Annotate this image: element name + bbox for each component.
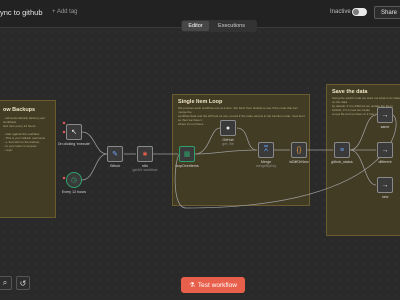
node-label: same [380, 125, 390, 129]
node-sublabel: mergeByKey [255, 164, 277, 168]
node-label: github_status [331, 160, 353, 164]
tab-executions[interactable]: Executions [209, 21, 254, 31]
pen-icon: ✎ [112, 151, 118, 158]
add-tag-button[interactable]: + Add tag [52, 9, 78, 15]
tab-editor[interactable]: Editor [182, 21, 209, 31]
github-config-node[interactable]: ✎ [107, 146, 123, 162]
arrow-right-icon: → [381, 111, 389, 119]
code-icon: {} [296, 146, 302, 154]
merge-icon: ⩞ [263, 146, 269, 153]
loop-icon: ▦ [183, 151, 191, 158]
workflow-title[interactable]: ync to github [0, 8, 43, 17]
workflow-canvas[interactable]: ow Backups ...will automatically backup … [0, 28, 400, 300]
code-node[interactable]: {} [291, 142, 307, 158]
manual-trigger-node[interactable]: ↖ [66, 124, 82, 140]
view-tabs: Editor Executions [181, 20, 257, 32]
github-icon: ● [225, 124, 231, 132]
node-label: new [381, 195, 389, 199]
switch-icon: ≡ [339, 146, 345, 154]
schedule-trigger-node[interactable]: ◷ [66, 172, 82, 188]
flask-icon: ⚗ [189, 282, 195, 289]
different-node[interactable]: → [377, 142, 393, 158]
active-toggle[interactable] [352, 8, 367, 16]
node-sublabel: get: file [222, 142, 234, 146]
switch-node[interactable]: ≡ [334, 142, 350, 158]
n8n-icon: ✱ [142, 151, 148, 158]
wire [349, 149, 377, 186]
test-workflow-button[interactable]: ⚗ Test workflow [181, 277, 245, 293]
error-dot [62, 176, 66, 180]
node-label: Every 12 hours [61, 190, 87, 194]
zoom-button[interactable]: ⌕ [0, 276, 12, 290]
node-label: different [378, 160, 392, 164]
toggle-knob [353, 9, 359, 15]
test-workflow-label: Test workflow [197, 281, 237, 289]
node-label: On clicking 'execute' [57, 142, 91, 146]
loop-node[interactable]: ▦ [179, 146, 195, 162]
node-label: isDiffOrNew [289, 160, 309, 164]
status-label: Inactive [330, 9, 351, 15]
clock-icon: ◷ [70, 177, 78, 184]
wire [194, 149, 258, 155]
zoom-icon: ⌕ [2, 278, 8, 287]
undo-button[interactable]: ↺ [16, 276, 30, 290]
same-node[interactable]: → [377, 107, 393, 123]
node-sublabel: getAll: workflow [132, 168, 158, 172]
error-dot [62, 121, 66, 125]
merge-node[interactable]: ⩞ [258, 142, 274, 158]
undo-icon: ↺ [19, 278, 27, 288]
node-label: loopOverItems [175, 164, 199, 168]
n8n-node[interactable]: ✱ [137, 146, 153, 162]
new-node[interactable]: → [377, 177, 393, 193]
share-button[interactable]: Share [374, 6, 400, 19]
wire [349, 114, 377, 151]
github-get-file-node[interactable]: ● [220, 120, 236, 136]
cursor-icon: ↖ [71, 129, 77, 136]
error-dot [62, 130, 66, 134]
arrow-right-icon: → [381, 181, 389, 189]
arrow-right-icon: → [381, 146, 389, 154]
